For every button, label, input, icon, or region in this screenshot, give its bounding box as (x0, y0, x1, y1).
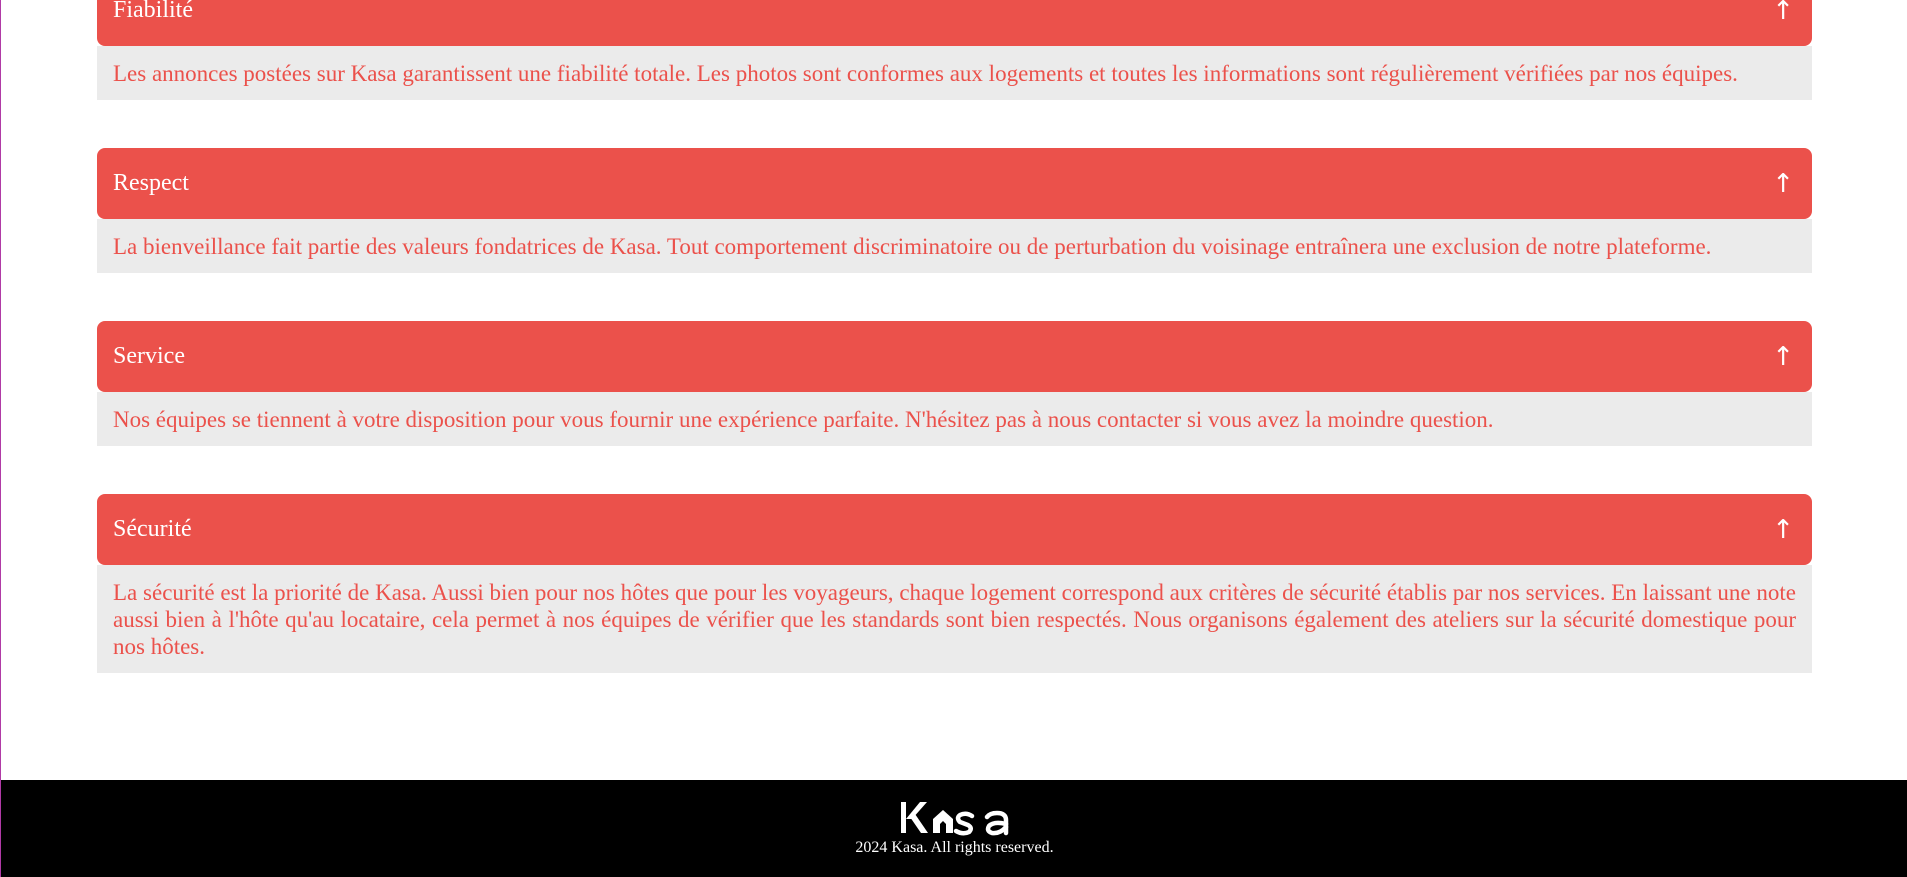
accordion-header-securite[interactable]: Sécurité ↑ (97, 494, 1812, 565)
accordion-securite: Sécurité ↑ La sécurité est la priorité d… (97, 494, 1812, 673)
accordion-respect: Respect ↑ La bienveillance fait partie d… (97, 148, 1812, 273)
arrow-up-icon[interactable]: ↑ (1772, 344, 1796, 370)
accordion-title: Respect (113, 170, 189, 196)
accordion-header-service[interactable]: Service ↑ (97, 321, 1812, 392)
accordion-header-fiabilite[interactable]: Fiabilité ↑ (97, 0, 1812, 46)
arrow-up-icon[interactable]: ↑ (1772, 171, 1796, 197)
copyright-text: 2024 Kasa. All rights reserved. (855, 839, 1054, 856)
arrow-up-icon[interactable]: ↑ (1772, 517, 1796, 543)
arrow-up-icon[interactable]: ↑ (1772, 0, 1796, 24)
kasa-logo-icon (900, 802, 1008, 836)
accordion-title: Service (113, 343, 185, 369)
accordion-header-respect[interactable]: Respect ↑ (97, 148, 1812, 219)
accordion-content: Nos équipes se tiennent à votre disposit… (97, 392, 1812, 446)
accordion-content: Les annonces postées sur Kasa garantisse… (97, 46, 1812, 100)
values-accordion-list: Fiabilité ↑ Les annonces postées sur Kas… (97, 0, 1812, 721)
accordion-fiabilite: Fiabilité ↑ Les annonces postées sur Kas… (97, 0, 1812, 100)
accordion-title: Sécurité (113, 516, 192, 542)
about-page: Fiabilité ↑ Les annonces postées sur Kas… (0, 0, 1907, 877)
accordion-content: La bienveillance fait partie des valeurs… (97, 219, 1812, 273)
accordion-title: Fiabilité (113, 0, 193, 23)
accordion-content: La sécurité est la priorité de Kasa. Aus… (97, 565, 1812, 673)
accordion-service: Service ↑ Nos équipes se tiennent à votr… (97, 321, 1812, 446)
site-footer: 2024 Kasa. All rights reserved. (1, 780, 1907, 877)
kasa-logo[interactable] (900, 800, 1010, 836)
